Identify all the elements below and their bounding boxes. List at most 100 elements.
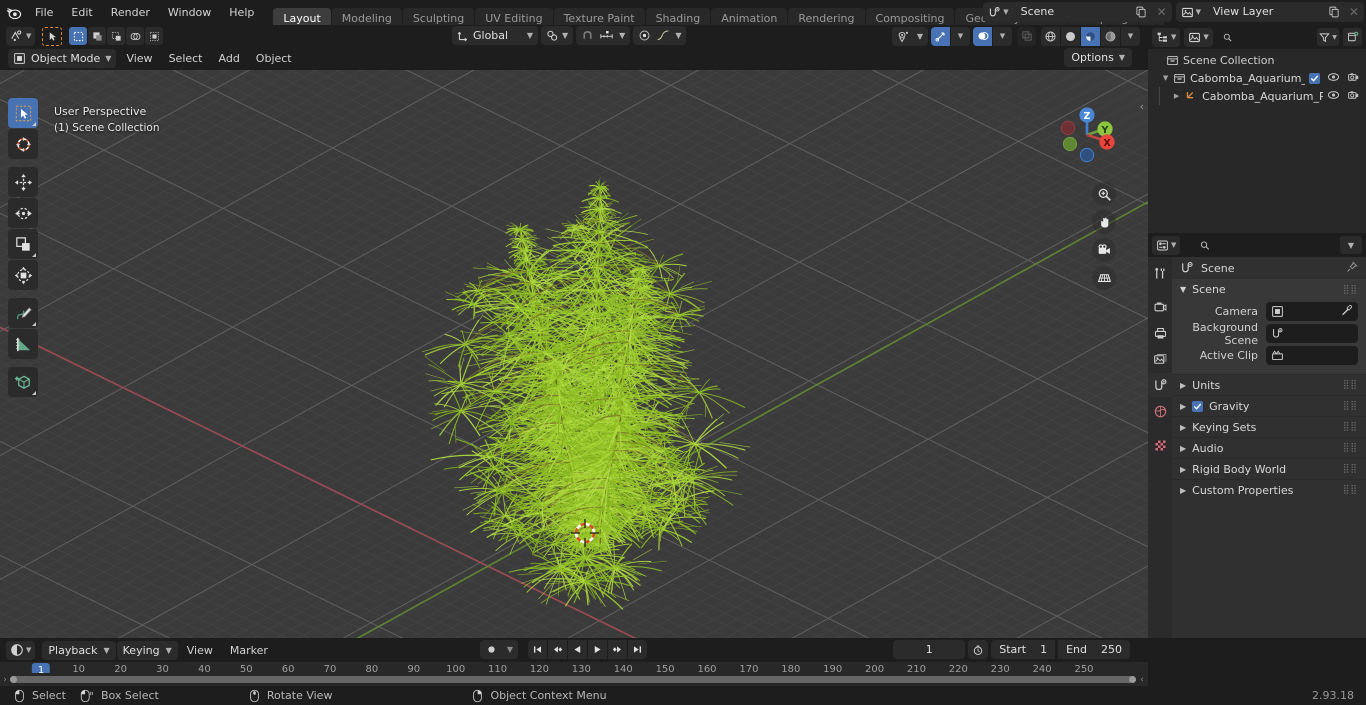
outliner-search-input[interactable] [1236,30,1307,44]
panel-header-units[interactable]: ▶ Units ⣿⣿ [1172,374,1366,395]
next-keyframe-icon[interactable] [608,640,627,659]
orthographic-icon[interactable] [1092,266,1116,290]
remove-view-layer-button[interactable]: ✕ [1344,2,1364,22]
scene-icon[interactable]: ▼ [983,2,1013,22]
unlink-scene-button[interactable]: ✕ [1151,2,1172,22]
visibility-selector[interactable]: ▼ [891,26,928,46]
show-gizmo-button[interactable] [931,26,950,46]
tool-annotate[interactable] [8,298,38,328]
properties-tab-output[interactable] [1148,321,1172,345]
viewport-sidebar-toggle[interactable]: ‹ [1140,100,1144,113]
jump-to-end-icon[interactable] [628,640,647,659]
material-preview-shading-button[interactable] [1081,26,1100,46]
disclosure-triangle-icon[interactable]: ▶ [1172,92,1181,100]
auto-keying-group[interactable]: ▼ [480,640,518,659]
wireframe-shading-button[interactable] [1041,26,1060,46]
tool-add-cube[interactable] [8,367,38,397]
timeline-frame-controls[interactable]: 1 Start 1 End 250 [893,640,1130,659]
scrollbar-right-arrow[interactable]: ‹ [1136,675,1148,685]
end-frame-field[interactable]: End 250 [1058,640,1130,659]
pin-icon[interactable] [1346,260,1358,276]
panel-header-audio[interactable]: ▶ Audio ⣿⣿ [1172,437,1366,458]
camera-view-icon[interactable] [1092,238,1116,262]
scene-id-block[interactable]: ▼ Scene ✕ [983,2,1172,22]
jump-to-start-icon[interactable] [528,640,547,659]
eye-visibility-icon[interactable] [1327,89,1340,104]
toggle-xray-button[interactable] [1017,26,1036,46]
view-layer-icon[interactable]: ▼ [1175,2,1205,22]
outliner-tree[interactable]: Scene Collection ▼ Cabomba_Aquarium_Plant_… [1148,49,1366,105]
tool-cursor[interactable] [8,129,38,159]
outliner-search-box[interactable] [1216,28,1313,46]
select-subtract-button[interactable] [107,27,126,45]
exclude-checkbox[interactable] [1309,72,1320,84]
3d-viewport-canvas[interactable]: User Perspective (1) Scene Collection Z … [0,70,1148,638]
properties-tab-world[interactable] [1148,399,1172,423]
timeline-menu-marker[interactable]: Marker [222,641,276,660]
shading-dropdown[interactable]: ▼ [1121,26,1140,46]
shading-mode-group[interactable]: ▼ [1041,26,1140,46]
eye-visibility-icon[interactable] [1327,71,1340,86]
menu-window[interactable]: Window [159,3,220,22]
transport-buttons[interactable] [528,640,647,659]
viewport-menu-object[interactable]: Object [248,49,300,68]
current-frame-field[interactable]: 1 [893,640,966,659]
properties-tab-column[interactable] [1148,257,1172,638]
viewport-menu-view[interactable]: View [118,49,160,68]
blender-logo-icon[interactable] [0,0,26,25]
view-layer-name-field[interactable]: View Layer [1205,2,1323,22]
panel-header-scene[interactable]: ▼ Scene ⣿⣿ [1172,279,1366,300]
view-layer-id-block[interactable]: ▼ View Layer ✕ [1175,2,1364,22]
select-intersect-button[interactable] [145,27,164,45]
gizmo-dropdown[interactable]: ▼ [951,26,970,46]
outliner-display-mode-selector[interactable]: ▼ [1184,27,1213,47]
timeline-playback-controls[interactable]: ▼ [480,640,647,659]
properties-tab-scene[interactable] [1148,373,1172,397]
tool-move[interactable] [8,167,38,197]
render-visibility-icon[interactable] [1347,71,1360,86]
properties-search-box[interactable] [1194,236,1336,254]
start-frame-field[interactable]: Start 1 [991,640,1056,659]
auto-keying-button[interactable] [480,640,502,659]
play-icon[interactable] [588,640,607,659]
outliner-new-collection-button[interactable] [1343,28,1362,46]
select-extend-button[interactable] [88,27,107,45]
properties-tab-view-layer[interactable] [1148,347,1172,371]
snap-group[interactable]: ▼ [576,26,631,45]
use-preview-range-icon[interactable] [968,640,989,659]
select-difference-button[interactable] [126,27,145,45]
timeline-menu-view[interactable]: View [179,641,221,660]
outliner-row[interactable]: ▼ Cabomba_Aquarium_Plant_0( [1148,69,1366,87]
active-tool-tweak[interactable] [42,26,63,46]
disclosure-triangle-icon[interactable]: ▼ [1162,74,1169,82]
menu-render[interactable]: Render [102,3,159,22]
eyedropper-icon[interactable] [1341,304,1353,319]
viewport-toolbar[interactable] [8,98,38,397]
properties-tab-tool[interactable] [1148,261,1172,285]
select-set-button[interactable] [69,27,88,45]
select-mode-group[interactable] [69,27,164,45]
prop-field-background-scene[interactable] [1266,324,1358,343]
prev-keyframe-icon[interactable] [548,640,567,659]
panel-header-gravity[interactable]: ▶ Gravity ⣿⣿ [1172,395,1366,416]
properties-search-input[interactable] [1215,238,1330,252]
tool-transform[interactable] [8,260,38,290]
solid-shading-button[interactable] [1061,26,1080,46]
viewport-menu-select[interactable]: Select [161,49,211,68]
menu-file[interactable]: File [26,3,62,22]
timeline-editor-type-selector[interactable]: ▼ [6,640,36,660]
rendered-shading-button[interactable] [1101,26,1120,46]
new-view-layer-button[interactable] [1323,2,1344,22]
timeline-menu-keying[interactable]: Keying ▼ [116,640,178,660]
prop-field-active-clip[interactable] [1266,346,1358,365]
viewport-nav-buttons[interactable] [1092,182,1116,290]
auto-keying-dropdown[interactable]: ▼ [502,640,518,659]
outliner-editor-type-selector[interactable]: ▼ [1152,27,1181,47]
scene-name-field[interactable]: Scene [1012,2,1131,22]
play-reverse-icon[interactable] [568,640,587,659]
properties-editor-type-selector[interactable]: ▼ [1152,235,1181,255]
menu-edit[interactable]: Edit [62,3,101,22]
tool-scale[interactable] [8,229,38,259]
timeline-scrollbar[interactable]: › ‹ [0,673,1148,686]
outliner-filter-button[interactable]: ▼ [1317,28,1339,46]
